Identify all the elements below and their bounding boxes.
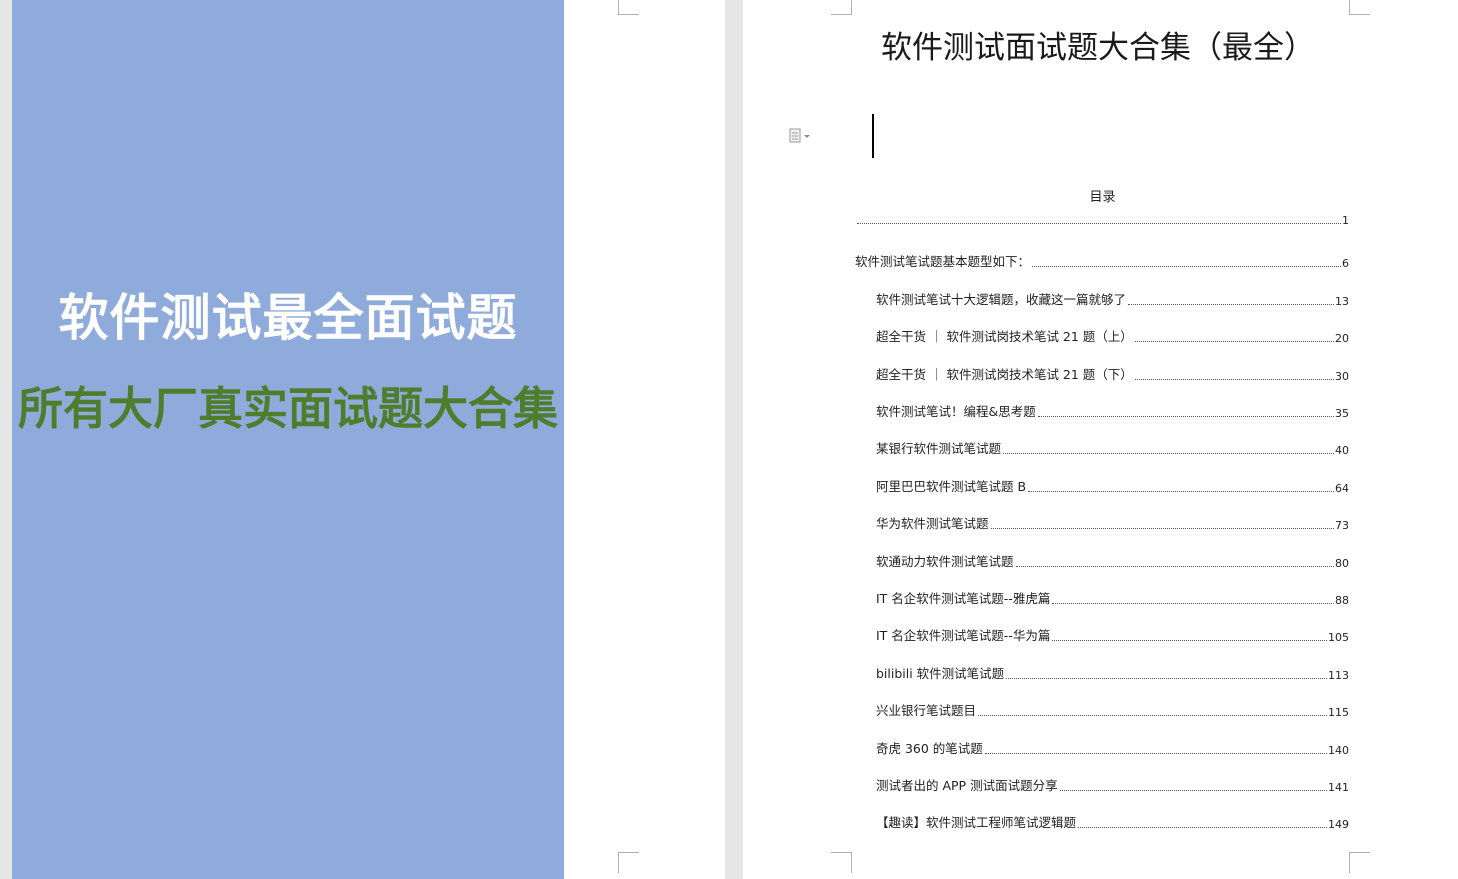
toc-entry[interactable]: bilibili 软件测试笔试题 113 xyxy=(876,663,1349,682)
toc-entry[interactable]: 软件测试笔试十大逻辑题，收藏这一篇就够了 13 xyxy=(876,289,1349,308)
toc-dot-leader xyxy=(1134,340,1334,342)
toc-entry-label: 兴业银行笔试题目 xyxy=(876,703,977,718)
toc-dot-leader xyxy=(1078,826,1327,828)
cover-title: 软件测试最全面试题 xyxy=(58,289,518,347)
toc-page-number: 40 xyxy=(1335,444,1349,457)
toc-entry-label: 阿里巴巴软件测试笔试题 B xyxy=(876,479,1027,494)
toc-entry[interactable]: 软件测试笔试！编程&思考题 35 xyxy=(876,401,1349,420)
toc-entry[interactable]: 【趣读】软件测试工程师笔试逻辑题 149 xyxy=(876,812,1349,831)
corner-mark-top-right xyxy=(618,0,639,15)
toc-dot-leader xyxy=(1032,265,1341,267)
toc-dot-leader xyxy=(990,527,1334,529)
toc-entry-label: 软件测试笔试！编程&思考题 xyxy=(876,404,1036,419)
toc-entry-label: 华为软件测试笔试题 xyxy=(876,516,989,531)
toc-dot-leader xyxy=(1134,378,1334,380)
toc-entry[interactable]: 兴业银行笔试题目 115 xyxy=(876,700,1349,719)
toc-entry-label: 软通动力软件测试笔试题 xyxy=(876,554,1014,569)
toc-page-number: 73 xyxy=(1335,519,1349,532)
corner-mark-bottom-right xyxy=(1349,852,1370,873)
toc-dot-leader xyxy=(857,222,1341,224)
toc-entry-label: 超全干货 ｜ 软件测试岗技术笔试 21 题（上） xyxy=(876,329,1133,344)
toc-entry[interactable]: 超全干货 ｜ 软件测试岗技术笔试 21 题（下） 30 xyxy=(876,364,1349,383)
workspace-margin xyxy=(0,0,12,879)
toc-entry[interactable]: 测试者出的 APP 测试面试题分享 141 xyxy=(876,775,1349,794)
toc-entry-label: 测试者出的 APP 测试面试题分享 xyxy=(876,778,1058,793)
toc-dot-leader xyxy=(1003,452,1334,454)
toc-page-number: 113 xyxy=(1328,669,1349,682)
page-gutter xyxy=(725,0,743,879)
toc-dot-leader xyxy=(1028,490,1334,492)
toc-entry-label: 超全干货 ｜ 软件测试岗技术笔试 21 题（下） xyxy=(876,367,1133,382)
toc-dot-leader xyxy=(1037,415,1334,417)
toc-entry-label: IT 名企软件测试笔试题--华为篇 xyxy=(876,628,1051,643)
toc-dot-leader xyxy=(1059,789,1327,791)
toc-entry[interactable]: 软通动力软件测试笔试题 80 xyxy=(876,551,1349,570)
toc-heading: 目录 xyxy=(1089,190,1116,205)
toc-page-number: 13 xyxy=(1335,295,1349,308)
toc-dot-leader xyxy=(1052,639,1327,641)
toc-entry[interactable]: 阿里巴巴软件测试笔试题 B 64 xyxy=(876,476,1349,495)
toc-dot-leader xyxy=(1128,303,1334,305)
toc-page-number: 20 xyxy=(1335,332,1349,345)
corner-mark-bottom-left xyxy=(831,852,852,873)
toc-page-number: 64 xyxy=(1335,482,1349,495)
toc-entry[interactable]: IT 名企软件测试笔试题--雅虎篇 88 xyxy=(876,588,1349,607)
toc-entry-label: 软件测试笔试十大逻辑题，收藏这一篇就够了 xyxy=(876,292,1127,307)
toc-page-number: 115 xyxy=(1328,706,1349,719)
toc-page-number: 1 xyxy=(1342,214,1349,227)
paste-options-icon[interactable] xyxy=(789,128,811,144)
toc-dot-leader xyxy=(1052,602,1334,604)
cover-page: 软件测试最全面试题 所有大厂真实面试题大合集 xyxy=(12,0,725,879)
toc-entry-label: IT 名企软件测试笔试题--雅虎篇 xyxy=(876,591,1051,606)
toc-page-number: 149 xyxy=(1328,818,1349,831)
cover-subtitle: 所有大厂真实面试题大合集 xyxy=(17,382,558,435)
toc-dot-leader xyxy=(984,752,1327,754)
toc-entry-label: 某银行软件测试笔试题 xyxy=(876,441,1002,456)
toc-page-number: 80 xyxy=(1335,557,1349,570)
toc-page-number: 6 xyxy=(1342,257,1349,270)
corner-mark-bottom-right xyxy=(618,852,639,873)
toc-entry[interactable]: 华为软件测试笔试题 73 xyxy=(876,513,1349,532)
toc-entry[interactable]: 1 xyxy=(855,214,1349,227)
text-cursor xyxy=(872,114,874,158)
toc-page-number: 30 xyxy=(1335,370,1349,383)
toc-dot-leader xyxy=(978,714,1327,716)
toc-dot-leader xyxy=(1006,677,1327,679)
toc-entry-label: 软件测试笔试题基本题型如下： xyxy=(855,254,1031,269)
toc-page-number: 105 xyxy=(1328,631,1349,644)
toc-dot-leader xyxy=(1015,565,1334,567)
toc-entry-label: bilibili 软件测试笔试题 xyxy=(876,666,1005,681)
toc-entry[interactable]: 奇虎 360 的笔试题 140 xyxy=(876,738,1349,757)
toc-page-number: 88 xyxy=(1335,594,1349,607)
document-title: 软件测试面试题大合集（最全） xyxy=(881,30,1315,66)
toc-entry-label: 奇虎 360 的笔试题 xyxy=(876,741,983,756)
toc-page-number: 141 xyxy=(1328,781,1349,794)
toc-page-number: 35 xyxy=(1335,407,1349,420)
toc-entry[interactable]: 某银行软件测试笔试题 40 xyxy=(876,438,1349,457)
toc-entry-label: 【趣读】软件测试工程师笔试逻辑题 xyxy=(876,815,1077,830)
corner-mark-top-left xyxy=(831,0,852,15)
toc-entry[interactable]: 超全干货 ｜ 软件测试岗技术笔试 21 题（上） 20 xyxy=(876,326,1349,345)
cover-panel: 软件测试最全面试题 所有大厂真实面试题大合集 xyxy=(12,0,564,879)
toc-page-number: 140 xyxy=(1328,744,1349,757)
document-page[interactable]: 软件测试面试题大合集（最全） 目录 1 软件测试笔试题基本题型如下： 6 软件测试笔试… xyxy=(743,0,1458,879)
toc-entry[interactable]: IT 名企软件测试笔试题--华为篇 105 xyxy=(876,625,1349,644)
corner-mark-top-right xyxy=(1349,0,1370,15)
toc-entry[interactable]: 软件测试笔试题基本题型如下： 6 xyxy=(855,251,1349,270)
